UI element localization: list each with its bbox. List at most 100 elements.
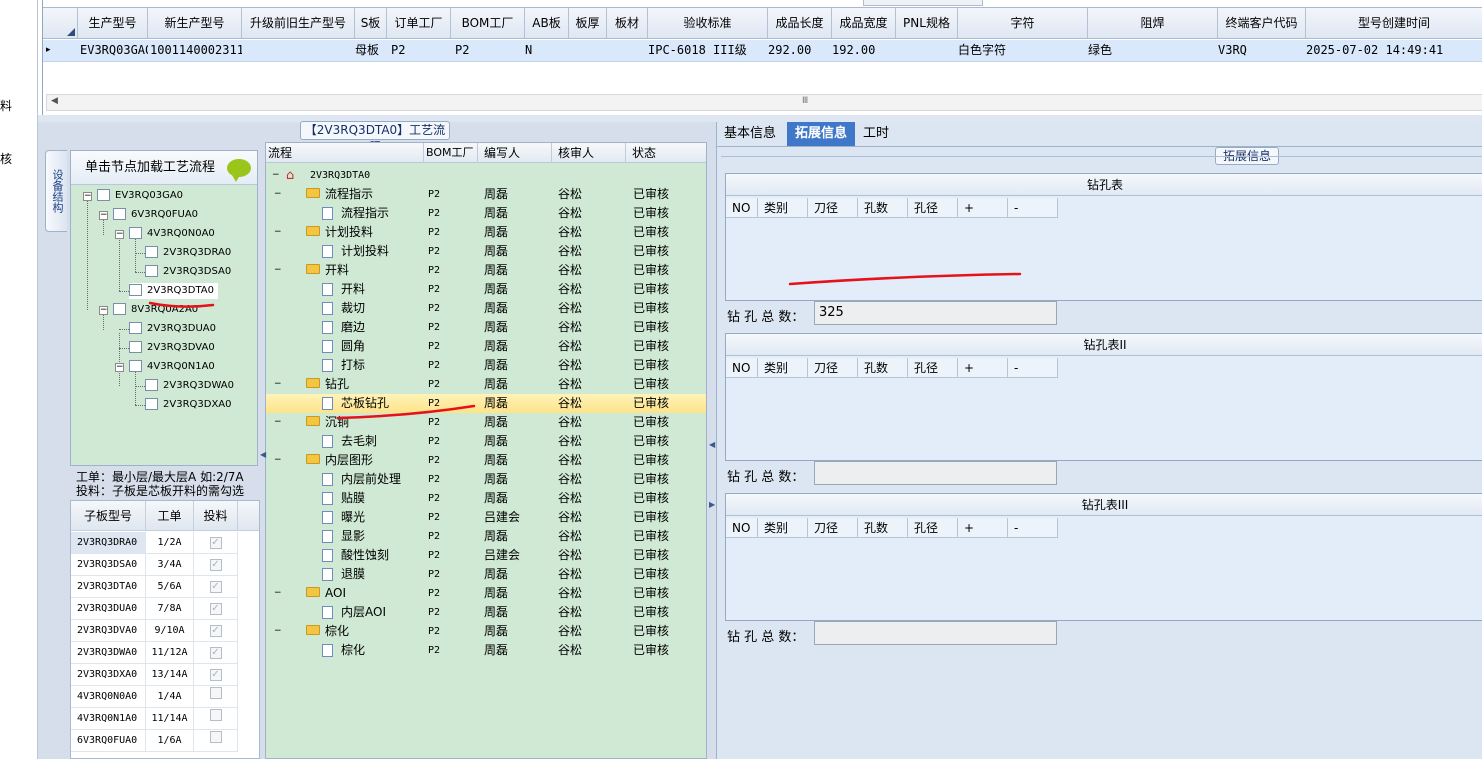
collapse-toggle-icon[interactable]: − [274, 451, 282, 470]
tab-work-hours[interactable]: 工时 [859, 122, 893, 146]
collapse-toggle-icon[interactable]: − [274, 261, 282, 280]
col-header[interactable]: 升级前旧生产型号 [242, 8, 355, 38]
col-header[interactable]: 新生产型号 [148, 8, 242, 38]
grid-top-handle[interactable] [863, 0, 983, 6]
tree-node[interactable]: 4V3RQ0N1A0 [129, 359, 215, 375]
node-checkbox[interactable] [129, 322, 142, 334]
process-step-row[interactable]: 内层前处理 P2 周磊 谷松 已审核 [266, 470, 706, 489]
add-column-button[interactable]: + [958, 198, 1008, 218]
process-step-row[interactable]: 内层AOI P2 周磊 谷松 已审核 [266, 603, 706, 622]
process-step-row[interactable]: 计划投料 P2 周磊 谷松 已审核 [266, 242, 706, 261]
sub-board-order[interactable]: 11/12A [146, 642, 194, 664]
load-process-button[interactable]: 单击节点加载工艺流程 [71, 151, 257, 185]
sub-board-feed-cell[interactable]: ✓ [194, 532, 238, 554]
feed-checkbox[interactable]: ✓ [209, 537, 222, 549]
tab-extended-info[interactable]: 拓展信息 [787, 122, 855, 146]
sub-board-model[interactable]: 4V3RQ0N1A0 [71, 708, 146, 730]
sub-board-order[interactable]: 5/6A [146, 576, 194, 598]
collapse-toggle-icon[interactable]: − [274, 413, 282, 432]
feed-checkbox[interactable] [209, 687, 222, 699]
drill-col-header[interactable]: NO [726, 358, 758, 378]
process-step-row[interactable]: 开料 P2 周磊 谷松 已审核 [266, 280, 706, 299]
cell-bom-factory[interactable]: P2 [455, 40, 525, 61]
sub-board-model[interactable]: 2V3RQ3DTA0 [71, 576, 146, 598]
col-header[interactable]: 终端客户代码 [1218, 8, 1306, 38]
cell-s-board[interactable]: 母板 [355, 40, 387, 61]
feed-checkbox[interactable]: ✓ [209, 559, 222, 571]
row-selector-header[interactable] [43, 8, 78, 38]
col-header[interactable]: AB板 [525, 8, 569, 38]
node-checkbox[interactable] [113, 208, 126, 220]
collapse-toggle-icon[interactable]: − [99, 211, 108, 220]
tree-node[interactable]: 2V3RQ3DVA0 [129, 340, 215, 356]
col-header[interactable]: BOM工厂 [451, 8, 525, 38]
cell-solder[interactable]: 绿色 [1088, 40, 1218, 61]
col-header[interactable]: 状态 [626, 143, 706, 163]
feed-checkbox[interactable]: ✓ [209, 625, 222, 637]
sub-board-feed-cell[interactable]: ✓ [194, 554, 238, 576]
node-checkbox[interactable] [129, 341, 142, 353]
tree-node[interactable]: 2V3RQ3DUA0 [129, 321, 216, 337]
collapse-toggle-icon[interactable]: − [274, 223, 282, 242]
drill-col-header[interactable]: 刀径 [808, 198, 858, 218]
process-group-row[interactable]: − 钻孔 P2 周磊 谷松 已审核 [266, 375, 706, 394]
node-checkbox[interactable] [129, 227, 142, 239]
tree-node-selected[interactable]: 2V3RQ3DTA0 [129, 283, 218, 299]
sub-board-model[interactable]: 2V3RQ3DVA0 [71, 620, 146, 642]
cell-order-factory[interactable]: P2 [391, 40, 451, 61]
col-header[interactable]: 板材 [607, 8, 648, 38]
process-step-row[interactable]: 芯板钻孔 P2 周磊 谷松 已审核 [266, 394, 706, 413]
table-row[interactable]: ▸ EV3RQ03GA0 10011400023117 母板 P2 P2 N I… [43, 40, 1482, 62]
sub-board-order[interactable]: 11/14A [146, 708, 194, 730]
remove-column-button[interactable]: - [1008, 358, 1058, 378]
col-header[interactable]: 阻焊 [1088, 8, 1218, 38]
tree-node[interactable]: 2V3RQ3DWA0 [145, 378, 234, 394]
drill-count-input[interactable] [814, 461, 1057, 485]
tree-node[interactable]: 2V3RQ3DXA0 [145, 397, 232, 413]
tree-node[interactable]: 8V3RQ0A2A0 [113, 302, 198, 318]
sub-board-model[interactable]: 6V3RQ0FUA0 [71, 730, 146, 752]
drill-col-header[interactable]: 刀径 [808, 358, 858, 378]
collapse-toggle-icon[interactable]: − [274, 584, 282, 603]
sub-board-model[interactable]: 4V3RQ0N0A0 [71, 686, 146, 708]
sub-board-order[interactable]: 1/6A [146, 730, 194, 752]
sub-board-feed-cell[interactable] [194, 708, 238, 730]
collapse-toggle-icon[interactable]: − [274, 622, 282, 641]
process-group-row[interactable]: − 沉铜 P2 周磊 谷松 已审核 [266, 413, 706, 432]
col-header[interactable]: PNL规格 [896, 8, 958, 38]
node-checkbox[interactable] [145, 398, 158, 410]
node-checkbox[interactable] [145, 265, 158, 277]
node-checkbox[interactable] [129, 360, 142, 372]
process-step-row[interactable]: 磨边 P2 周磊 谷松 已审核 [266, 318, 706, 337]
drill-col-header[interactable]: NO [726, 198, 758, 218]
splitter-arrow-icon[interactable]: ◀ [709, 440, 715, 449]
add-column-button[interactable]: + [958, 518, 1008, 538]
drill-col-header[interactable]: 孔径 [908, 518, 958, 538]
sub-board-order[interactable]: 9/10A [146, 620, 194, 642]
cell-char[interactable]: 白色字符 [958, 40, 1088, 61]
process-group-row[interactable]: − 流程指示 P2 周磊 谷松 已审核 [266, 185, 706, 204]
drill-col-header[interactable]: 孔数 [858, 518, 908, 538]
tree-node[interactable]: 4V3RQ0N0A0 [129, 226, 215, 242]
process-root[interactable]: − ⌂ 2V3RQ3DTA0 [266, 166, 706, 185]
cell-standard[interactable]: IPC-6018 III级 [648, 40, 768, 61]
process-step-row[interactable]: 棕化 P2 周磊 谷松 已审核 [266, 641, 706, 660]
collapse-toggle-icon[interactable]: − [272, 166, 280, 185]
sub-board-feed-cell[interactable]: ✓ [194, 598, 238, 620]
sub-board-model[interactable]: 2V3RQ3DSA0 [71, 554, 146, 576]
col-header[interactable]: 流程 [266, 143, 424, 163]
sub-board-order[interactable]: 1/2A [146, 532, 194, 554]
process-group-row[interactable]: − AOI P2 周磊 谷松 已审核 [266, 584, 706, 603]
process-group-row[interactable]: − 内层图形 P2 周磊 谷松 已审核 [266, 451, 706, 470]
drill-col-header[interactable]: 孔径 [908, 358, 958, 378]
add-column-button[interactable]: + [958, 358, 1008, 378]
feed-checkbox[interactable]: ✓ [209, 603, 222, 615]
tree-node[interactable]: 2V3RQ3DSA0 [145, 264, 231, 280]
sub-board-feed-cell[interactable]: ✓ [194, 642, 238, 664]
feed-checkbox[interactable]: ✓ [209, 581, 222, 593]
sub-board-feed-cell[interactable]: ✓ [194, 620, 238, 642]
drill-col-header[interactable]: 类别 [758, 198, 808, 218]
tree-node[interactable]: EV3RQ03GA0 [97, 188, 183, 204]
drill-col-header[interactable]: 刀径 [808, 518, 858, 538]
sub-board-order[interactable]: 3/4A [146, 554, 194, 576]
